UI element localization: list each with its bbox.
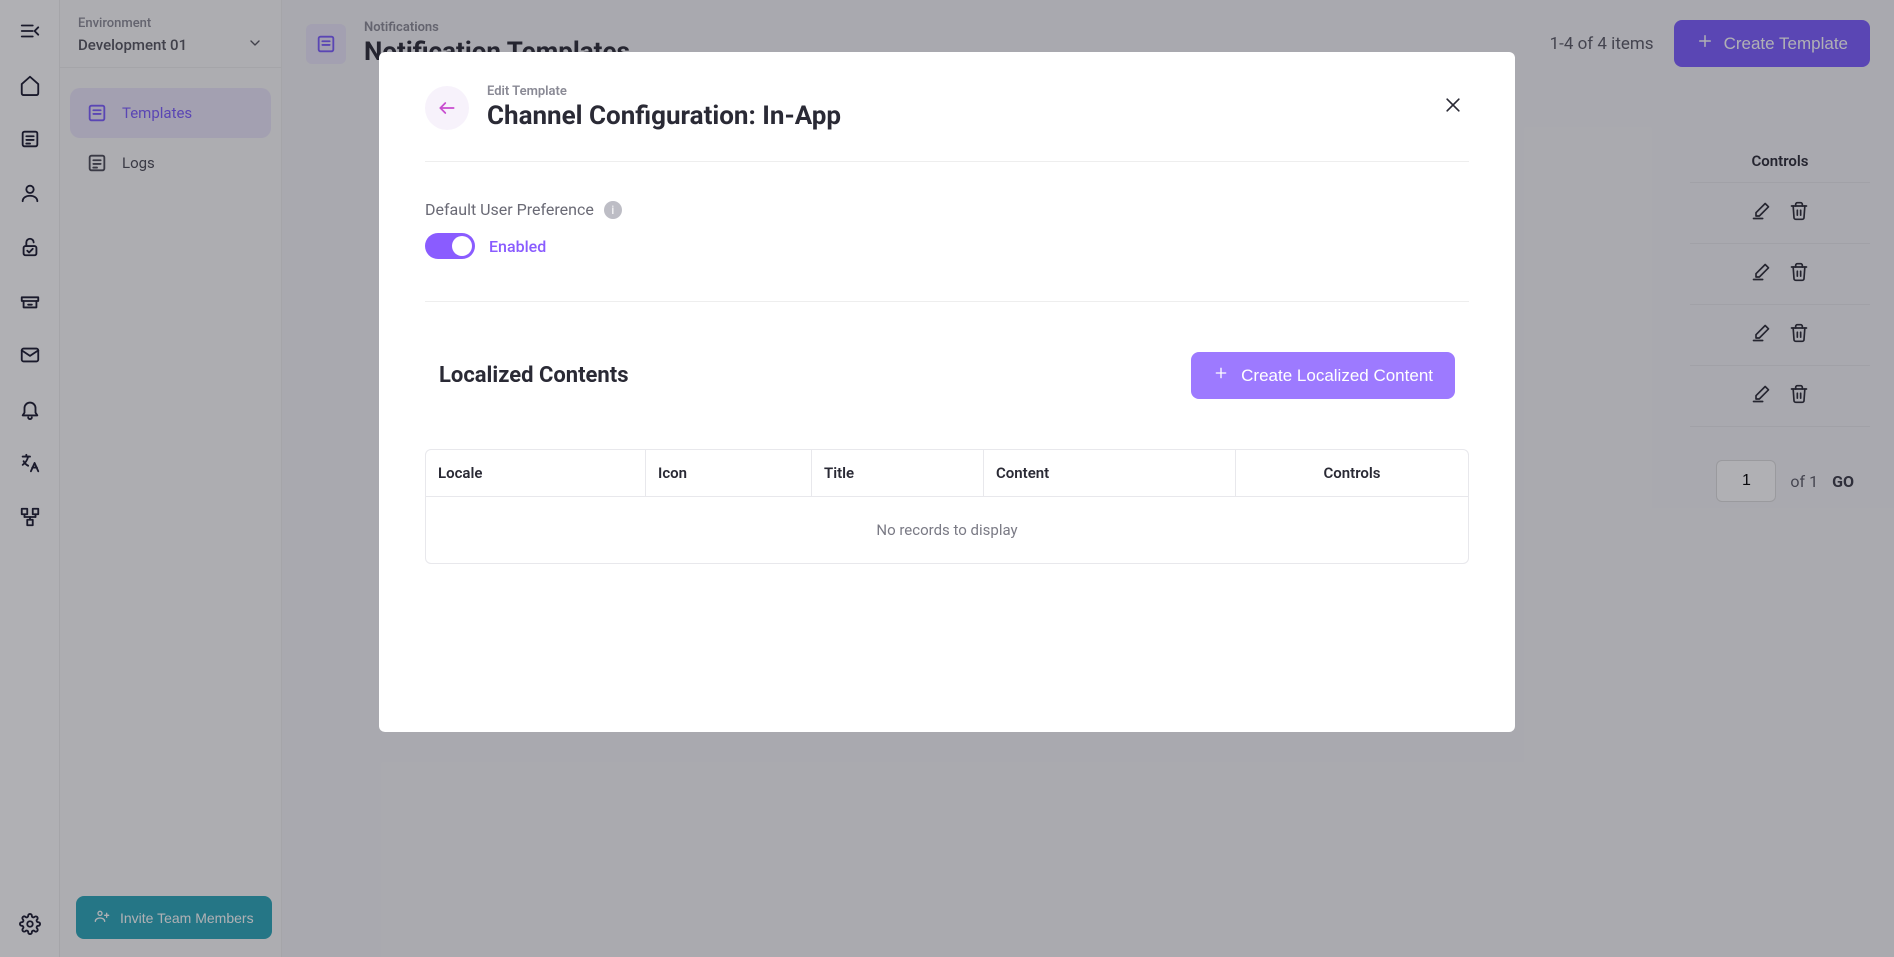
- modal-overlay: Edit Template Channel Configuration: In-…: [0, 0, 1894, 957]
- modal-breadcrumb: Edit Template: [487, 84, 1419, 99]
- empty-state: No records to display: [426, 497, 1468, 563]
- preference-toggle[interactable]: [425, 233, 475, 259]
- column-header-locale: Locale: [426, 450, 646, 496]
- column-header-title: Title: [812, 450, 984, 496]
- modal-title: Channel Configuration: In-App: [487, 101, 1419, 131]
- column-header-icon: Icon: [646, 450, 812, 496]
- column-header-controls: Controls: [1236, 450, 1468, 496]
- plus-icon: [1213, 365, 1229, 386]
- toggle-state-label: Enabled: [489, 237, 546, 256]
- close-button[interactable]: [1437, 89, 1469, 127]
- create-localized-content-button[interactable]: Create Localized Content: [1191, 352, 1455, 399]
- localized-content-table: Locale Icon Title Content Controls No re…: [425, 449, 1469, 564]
- preference-label: Default User Preference: [425, 200, 594, 219]
- info-icon[interactable]: i: [604, 201, 622, 219]
- column-header-content: Content: [984, 450, 1236, 496]
- channel-config-modal: Edit Template Channel Configuration: In-…: [379, 52, 1515, 732]
- back-button[interactable]: [425, 86, 469, 130]
- localized-contents-title: Localized Contents: [439, 363, 629, 388]
